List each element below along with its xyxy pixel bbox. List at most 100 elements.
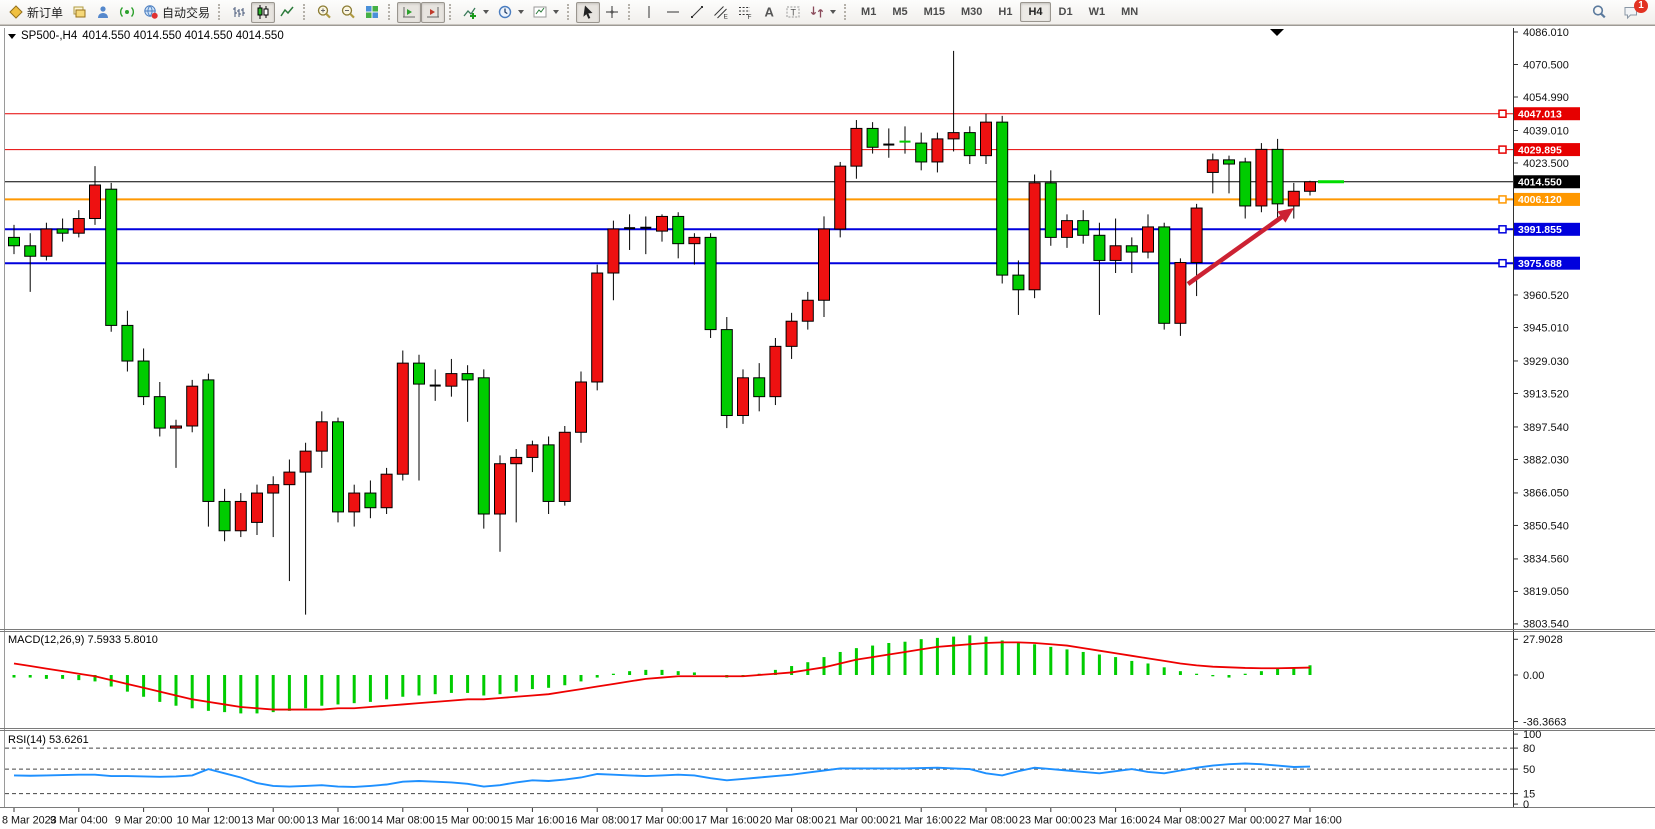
candle-body (511, 457, 522, 463)
cursor-button[interactable] (576, 2, 600, 23)
periods-button[interactable] (493, 2, 528, 23)
candle-body (819, 229, 830, 300)
macd-histogram-bar (580, 675, 583, 681)
candle-body (543, 445, 554, 502)
bars-chart-button[interactable] (227, 2, 251, 23)
line-chart-button[interactable] (275, 2, 299, 23)
candle-body (802, 300, 813, 321)
vertical-line-button[interactable] (637, 2, 661, 23)
timeframe-W1-button[interactable]: W1 (1081, 2, 1114, 22)
svg-text:27 Mar 16:00: 27 Mar 16:00 (1278, 815, 1342, 827)
candle-body (365, 493, 376, 508)
timeframe-H4-button[interactable]: H4 (1020, 2, 1050, 22)
notifications-button[interactable]: 1 (1619, 2, 1643, 23)
toolbar-separator (628, 4, 633, 20)
level-line-handle (1499, 260, 1506, 267)
timeframe-MN-button[interactable]: MN (1113, 2, 1146, 22)
macd-histogram-bar (369, 675, 372, 702)
candle-body (41, 229, 52, 256)
templates-button[interactable] (528, 2, 563, 23)
chart-menu-icon[interactable] (8, 34, 16, 39)
chart-window: SP500-,H4 4014.550 4014.550 4014.550 401… (0, 25, 1655, 829)
zoom-out-button[interactable] (336, 2, 360, 23)
cursor-icon (580, 4, 596, 20)
horizontal-line-button[interactable] (661, 2, 685, 23)
candle-body (1305, 182, 1316, 192)
candle-body (478, 378, 489, 514)
svg-text:3882.030: 3882.030 (1523, 454, 1569, 466)
macd-histogram-bar (45, 675, 48, 679)
notification-badge: 1 (1634, 0, 1648, 13)
horizontal-line-icon (665, 4, 681, 20)
timeframe-M30-button[interactable]: M30 (953, 2, 990, 22)
macd-histogram-bar (693, 672, 696, 675)
auto-trading-button[interactable]: 自动交易 (139, 2, 214, 23)
fibonacci-button[interactable]: F (733, 2, 757, 23)
candle-body (1045, 183, 1056, 237)
market-watch-button[interactable] (91, 2, 115, 23)
svg-text:4014.550: 4014.550 (1518, 177, 1562, 189)
layers-button[interactable] (67, 2, 91, 23)
timeframe-M5-button[interactable]: M5 (884, 2, 915, 22)
arrows-button[interactable] (805, 2, 840, 23)
svg-text:3803.540: 3803.540 (1523, 619, 1569, 631)
equidistant-channel-button[interactable]: E (709, 2, 733, 23)
timeframe-D1-button[interactable]: D1 (1051, 2, 1081, 22)
text-button[interactable]: A (757, 2, 781, 23)
macd-histogram-bar (175, 675, 178, 706)
shift-end-button[interactable] (397, 2, 421, 23)
toolbar-separator (303, 4, 308, 20)
candle-body (1110, 246, 1121, 261)
candle-body (527, 445, 538, 458)
candle-body (106, 189, 117, 325)
candle-body (495, 464, 506, 514)
shift-right-button[interactable] (421, 2, 445, 23)
macd-histogram-bar (401, 675, 404, 697)
svg-text:0.00: 0.00 (1523, 670, 1544, 682)
bars-chart-icon (231, 4, 247, 20)
trendline-button[interactable] (685, 2, 709, 23)
candle-body (721, 330, 732, 416)
crosshair-button[interactable] (600, 2, 624, 23)
indicators-button[interactable] (458, 2, 493, 23)
macd-histogram-bar (855, 648, 858, 675)
svg-text:4047.013: 4047.013 (1518, 109, 1562, 121)
macd-histogram-bar (1033, 644, 1036, 675)
svg-text:27 Mar 00:00: 27 Mar 00:00 (1213, 815, 1277, 827)
macd-histogram-bar (871, 646, 874, 675)
candle-body (1029, 183, 1040, 290)
text-label-button[interactable]: T (781, 2, 805, 23)
timeframe-M1-button[interactable]: M1 (853, 2, 884, 22)
chart-canvas[interactable]: 4086.0104070.5004054.9904039.0104023.500… (0, 26, 1655, 829)
timeframe-H1-button[interactable]: H1 (990, 2, 1020, 22)
macd-histogram-bar (806, 662, 809, 675)
equidistant-channel-icon: E (713, 4, 729, 20)
text-icon: A (761, 4, 777, 20)
tile-windows-button[interactable] (360, 2, 384, 23)
svg-text:3929.030: 3929.030 (1523, 356, 1569, 368)
toolbar-separator (567, 4, 572, 20)
candle-body (171, 426, 182, 428)
svg-text:16 Mar 08:00: 16 Mar 08:00 (565, 815, 629, 827)
timeframe-M15-button[interactable]: M15 (916, 2, 953, 22)
macd-histogram-bar (1195, 674, 1198, 675)
svg-text:3960.520: 3960.520 (1523, 290, 1569, 302)
candle-body (689, 237, 700, 243)
svg-text:F: F (748, 14, 752, 20)
macd-histogram-bar (320, 675, 323, 706)
candle-body (138, 361, 149, 397)
arrows-icon (809, 4, 825, 20)
zoom-in-button[interactable] (312, 2, 336, 23)
macd-histogram-bar (304, 675, 307, 708)
macd-histogram-bar (1179, 671, 1182, 675)
svg-text:4054.990: 4054.990 (1523, 92, 1569, 104)
search-button[interactable] (1587, 2, 1611, 23)
candles-chart-icon (255, 4, 271, 20)
signal-button[interactable] (115, 2, 139, 23)
macd-indicator-label: MACD(12,26,9) 7.5933 5.8010 (8, 634, 158, 646)
svg-text:100: 100 (1523, 729, 1541, 741)
candles-chart-button[interactable] (251, 2, 275, 23)
new-order-button[interactable]: 新订单 (4, 2, 67, 23)
candle-body (397, 363, 408, 474)
crosshair-icon (604, 4, 620, 20)
